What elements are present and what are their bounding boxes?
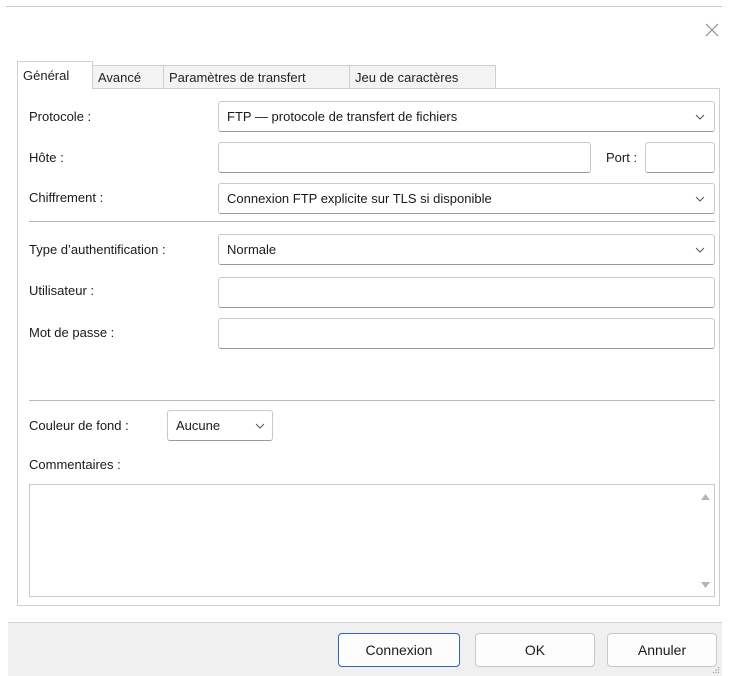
chevron-down-icon — [254, 420, 266, 432]
password-label: Mot de passe : — [29, 325, 115, 340]
tab-strip: Général Avancé Paramètres de transfert J… — [17, 60, 496, 90]
comments-scrollbar[interactable] — [697, 485, 714, 596]
user-input[interactable] — [218, 277, 715, 308]
tab-charset[interactable]: Jeu de caractères — [349, 65, 496, 89]
password-input[interactable] — [218, 318, 715, 349]
tab-transfer-settings[interactable]: Paramètres de transfert — [163, 65, 350, 89]
bg-color-select[interactable]: Aucune — [167, 410, 273, 441]
scroll-up-button[interactable] — [697, 488, 714, 505]
bg-color-label: Couleur de fond : — [29, 418, 129, 433]
dialog-footer: Connexion OK Annuler — [8, 623, 722, 676]
cancel-button[interactable]: Annuler — [607, 633, 717, 667]
site-settings-dialog: Général Avancé Paramètres de transfert J… — [0, 0, 734, 676]
encryption-label: Chiffrement : — [29, 190, 104, 205]
comments-label: Commentaires : — [29, 457, 121, 472]
tab-advanced[interactable]: Avancé — [92, 65, 164, 89]
ok-button[interactable]: OK — [475, 633, 595, 667]
comments-textarea[interactable] — [29, 484, 715, 597]
port-label: Port : — [606, 150, 638, 165]
separator — [29, 400, 715, 401]
scroll-up-arrow-icon — [701, 493, 710, 500]
connect-button[interactable]: Connexion — [338, 633, 460, 667]
close-icon — [705, 23, 719, 37]
separator — [29, 221, 715, 222]
auth-type-select[interactable]: Normale — [218, 234, 715, 265]
chevron-down-icon — [694, 193, 706, 205]
protocol-label: Protocole : — [29, 109, 92, 124]
chevron-down-icon — [694, 244, 706, 256]
auth-type-value: Normale — [227, 242, 277, 257]
tab-general[interactable]: Général — [17, 61, 93, 90]
scroll-down-button[interactable] — [697, 576, 714, 593]
user-label: Utilisateur : — [29, 283, 95, 298]
close-button[interactable] — [702, 20, 722, 40]
resize-grip-icon[interactable] — [712, 666, 720, 674]
port-input[interactable] — [645, 142, 715, 173]
protocol-select[interactable]: FTP — protocole de transfert de fichiers — [218, 101, 715, 132]
chevron-down-icon — [694, 111, 706, 123]
host-input[interactable] — [218, 142, 591, 173]
scroll-down-arrow-icon — [701, 581, 710, 588]
window-top-border — [6, 6, 722, 7]
encryption-select[interactable]: Connexion FTP explicite sur TLS si dispo… — [218, 183, 715, 214]
bg-color-value: Aucune — [176, 418, 221, 433]
protocol-value: FTP — protocole de transfert de fichiers — [227, 109, 458, 124]
host-label: Hôte : — [29, 150, 64, 165]
auth-type-label: Type d’authentification : — [29, 242, 166, 257]
encryption-value: Connexion FTP explicite sur TLS si dispo… — [227, 191, 492, 206]
